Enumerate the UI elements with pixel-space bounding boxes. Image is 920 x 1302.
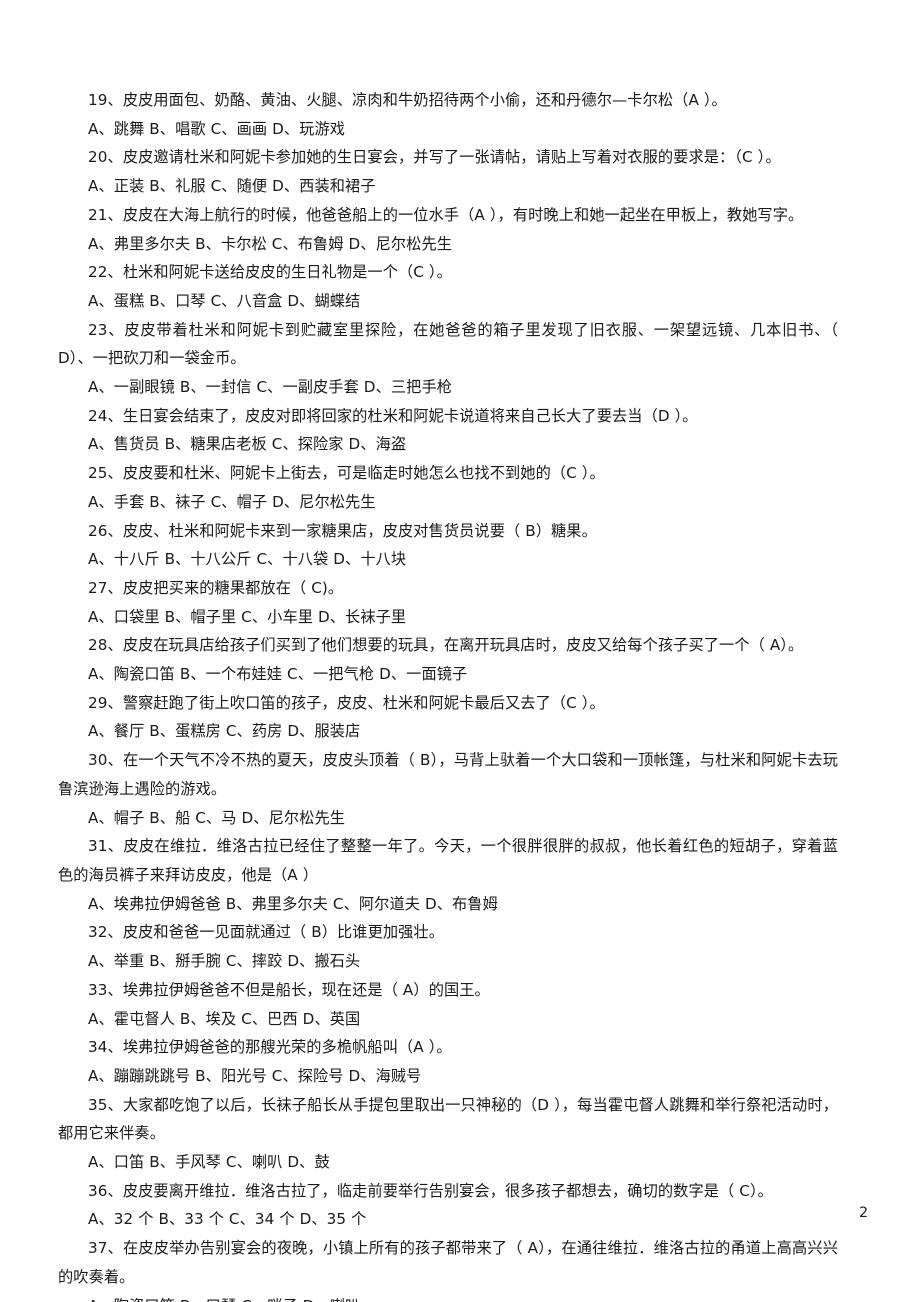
option-line: A、售货员 B、糖果店老板 C、探险家 D、海盗 xyxy=(88,435,407,454)
option-line: A、手套 B、袜子 C、帽子 D、尼尔松先生 xyxy=(88,492,376,511)
question-line: 22、杜米和阿妮卡送给皮皮的生日礼物是一个（C ）。 xyxy=(88,263,452,282)
question-line: 24、生日宴会结束了，皮皮对即将回家的杜米和阿妮卡说道将来自己长大了要去当（D … xyxy=(88,406,698,425)
question-line: 36、皮皮要离开维拉．维洛古拉了，临走前要举行告别宴会，很多孩子都想去，确切的数… xyxy=(88,1181,773,1200)
option-line: A、举重 B、掰手腕 C、摔跤 D、搬石头 xyxy=(88,952,361,971)
option-line: A、霍屯督人 B、埃及 C、巴西 D、英国 xyxy=(88,1009,361,1028)
question-line: 28、皮皮在玩具店给孩子们买到了他们想要的玩具，在离开玩具店时，皮皮又给每个孩子… xyxy=(88,636,804,655)
question-line: 34、埃弗拉伊姆爸爸的那艘光荣的多桅帆船叫（A ）。 xyxy=(88,1038,452,1057)
question-line: 23、皮皮带着杜米和阿妮卡到贮藏室里探险，在她爸爸的箱子里发现了旧衣服、一架望远… xyxy=(58,320,843,368)
document-page: 19、皮皮用面包、奶酪、黄油、火腿、凉肉和牛奶招待两个小偷，还和丹德尔—卡尔松（… xyxy=(0,0,920,1302)
option-line: A、口袋里 B、帽子里 C、小车里 D、长袜子里 xyxy=(88,607,407,626)
question-line: 25、皮皮要和杜米、阿妮卡上街去，可是临走时她怎么也找不到她的（C ）。 xyxy=(88,464,605,483)
option-line: A、跳舞 B、唱歌 C、画画 D、玩游戏 xyxy=(88,119,346,138)
option-line: A、正装 B、礼服 C、随便 D、西装和裙子 xyxy=(88,177,376,196)
question-line: 29、警察赶跑了街上吹口笛的孩子，皮皮、杜米和阿妮卡最后又去了（C ）。 xyxy=(88,693,605,712)
question-line: 35、大家都吃饱了以后，长袜子船长从手提包里取出一只神秘的（D ），每当霍屯督人… xyxy=(58,1095,838,1143)
question-line: 27、皮皮把买来的糖果都放在（ C)。 xyxy=(88,578,344,597)
option-line: A、陶瓷口笛 B、口琴 C、哨子 D、喇叭 xyxy=(58,1292,838,1302)
question-line: 31、皮皮在维拉．维洛古拉已经住了整整一年了。今天，一个很胖很胖的叔叔，他长着红… xyxy=(58,837,838,884)
option-line: A、32 个 B、33 个 C、34 个 D、35 个 xyxy=(88,1210,367,1229)
option-line: A、一副眼镜 B、一封信 C、一副皮手套 D、三把手枪 xyxy=(88,378,453,397)
question-line: 19、皮皮用面包、奶酪、黄油、火腿、凉肉和牛奶招待两个小偷，还和丹德尔—卡尔松（… xyxy=(88,91,727,109)
option-line: A、口笛 B、手风琴 C、喇叭 D、鼓 xyxy=(88,1153,330,1172)
question-line: 26、皮皮、杜米和阿妮卡来到一家糖果店，皮皮对售货员说要（ B）糖果。 xyxy=(88,521,597,540)
question-line: 37、在皮皮举办告别宴会的夜晚，小镇上所有的孩子都带来了（ A），在通往维拉．维… xyxy=(58,1239,838,1286)
question-list: 19、皮皮用面包、奶酪、黄油、火腿、凉肉和牛奶招待两个小偷，还和丹德尔—卡尔松（… xyxy=(58,86,838,1302)
question-line: 32、皮皮和爸爸一见面就通过（ B）比谁更加强壮。 xyxy=(88,923,445,942)
question-line: 21、皮皮在大海上航行的时候，他爸爸船上的一位水手（A ），有时晚上和她一起坐在… xyxy=(88,205,804,224)
question-line: 20、皮皮邀请杜米和阿妮卡参加她的生日宴会，并写了一张请帖，请贴上写着对衣服的要… xyxy=(88,148,781,167)
option-line: A、帽子 B、船 C、马 D、尼尔松先生 xyxy=(88,808,346,827)
page-number: 2 xyxy=(859,1205,868,1221)
option-line: A、餐厅 B、蛋糕房 C、药房 D、服装店 xyxy=(88,722,361,741)
option-line: A、弗里多尔夫 B、卡尔松 C、布鲁姆 D、尼尔松先生 xyxy=(88,234,453,253)
option-line: A、陶瓷口笛 B、一个布娃娃 C、一把气枪 D、一面镜子 xyxy=(88,665,468,684)
option-line: A、十八斤 B、十八公斤 C、十八袋 D、十八块 xyxy=(88,550,407,569)
option-line: A、埃弗拉伊姆爸爸 B、弗里多尔夫 C、阿尔道夫 D、布鲁姆 xyxy=(88,894,498,913)
question-line: 30、在一个天气不冷不热的夏天，皮皮头顶着（ B），马背上驮着一个大口袋和一顶帐… xyxy=(58,751,838,798)
option-line: A、蹦蹦跳跳号 B、阳光号 C、探险号 D、海贼号 xyxy=(88,1066,422,1085)
option-line: A、蛋糕 B、口琴 C、八音盒 D、蝴蝶结 xyxy=(88,291,361,310)
question-line: 33、埃弗拉伊姆爸爸不但是船长，现在还是（ A）的国王。 xyxy=(88,980,490,999)
